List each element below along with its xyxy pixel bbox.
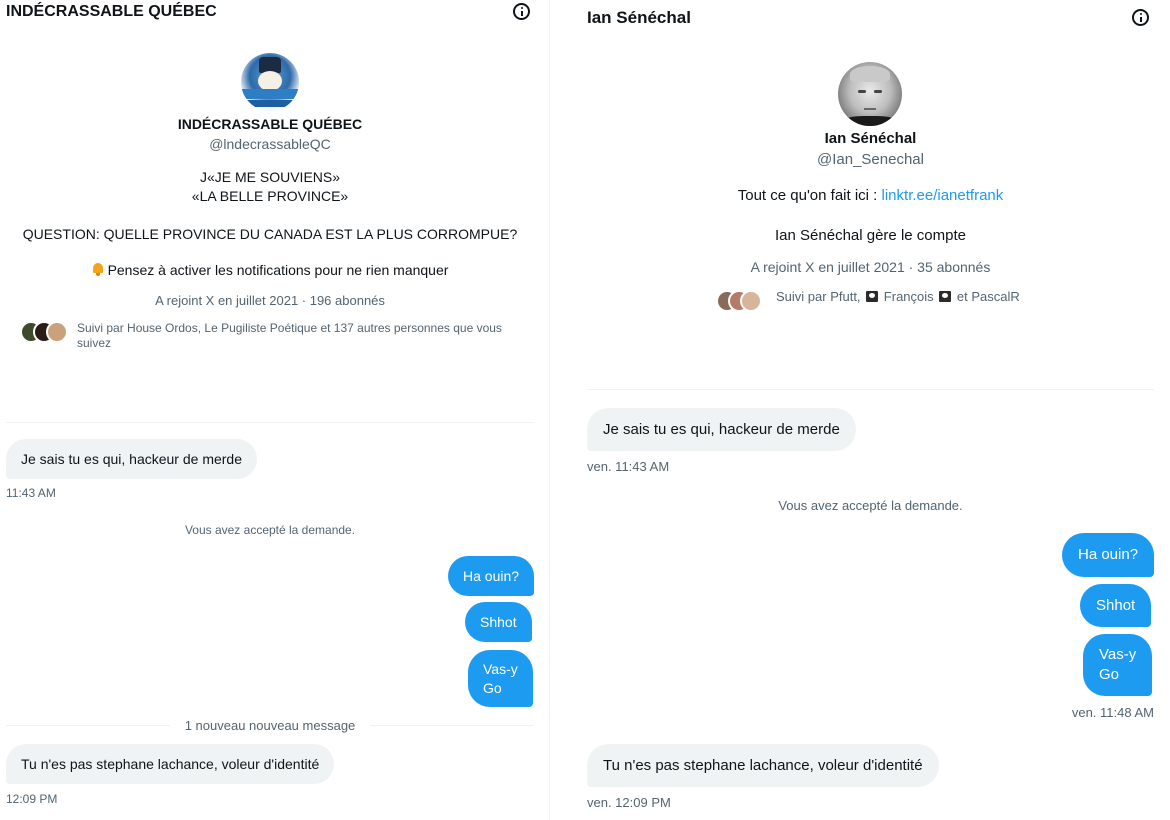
system-message: Vous avez accepté la demande. (184, 523, 356, 537)
message-line: Go (483, 680, 502, 696)
profile-meta: A rejoint X en juillet 2021 · 35 abonnés (750, 259, 991, 275)
avatar (740, 290, 762, 312)
outgoing-message[interactable]: Ha ouin? (448, 556, 535, 596)
profile-bio-line: QUESTION: QUELLE PROVINCE DU CANADA EST … (22, 226, 518, 242)
followed-by-line: suivez (77, 336, 112, 350)
followed-by-text[interactable]: Suivi par Pfutt, François et PascalR (776, 289, 1020, 305)
left-conversation-panel: INDÉCRASSABLE QUÉBEC INDÉCRASSABLE QUÉBE… (0, 0, 549, 820)
conversation-title: Ian Sénéchal (587, 8, 691, 27)
message-timestamp: 11:43 AM (6, 486, 56, 500)
divider (587, 389, 1154, 390)
profile-bio-notification: Pensez à activer les notifications pour … (0, 262, 540, 278)
followed-by-part: François (883, 289, 934, 304)
message-timestamp: ven. 11:48 AM (1071, 705, 1154, 720)
profile-bio-text: Tout ce qu'on fait ici : (737, 187, 882, 204)
message-line: Vas-y (483, 661, 518, 677)
message-line: Vas-y (1099, 646, 1137, 663)
profile-bio-line: J«JE ME SOUVIENS» (199, 169, 341, 185)
followers-avatars[interactable] (20, 321, 68, 343)
profile-bio-line: Pensez à activer les notifications pour … (107, 262, 449, 278)
bell-icon (92, 263, 104, 276)
profile-avatar[interactable] (241, 53, 299, 111)
incoming-message[interactable]: Je sais tu es qui, hackeur de merde (587, 408, 856, 451)
divider (6, 422, 534, 423)
avatar (46, 321, 68, 343)
profile-handle[interactable]: @lndecrassableQC (0, 136, 540, 152)
message-line: Go (1099, 666, 1120, 683)
info-icon[interactable] (1132, 9, 1149, 26)
profile-managed-by: Ian Sénéchal gère le compte (775, 227, 966, 244)
followers-avatars[interactable] (716, 290, 764, 312)
message-timestamp: ven. 11:43 AM (587, 459, 670, 474)
profile-name[interactable]: INDÉCRASSABLE QUÉBEC (0, 116, 540, 132)
incoming-message[interactable]: Je sais tu es qui, hackeur de merde (6, 439, 258, 479)
pirate-flag-icon (939, 291, 952, 302)
message-timestamp: ven. 12:09 PM (587, 795, 671, 810)
incoming-message[interactable]: Tu n'es pas stephane lachance, voleur d'… (587, 744, 939, 787)
system-message: Vous avez accepté la demande. (778, 498, 963, 513)
conversation-title: INDÉCRASSABLE QUÉBEC (6, 3, 217, 20)
info-icon[interactable] (513, 3, 530, 20)
followed-by-part: et PascalR (956, 289, 1020, 304)
followed-by-text[interactable]: Suivi par House Ordos, Le Pugiliste Poét… (77, 321, 502, 351)
outgoing-message[interactable]: Vas-y Go (1083, 634, 1153, 696)
outgoing-message[interactable]: Ha ouin? (1062, 533, 1155, 577)
profile-handle[interactable]: @Ian_Senechal (587, 151, 1154, 168)
followed-by-part: Suivi par Pfutt, (776, 289, 861, 304)
incoming-message[interactable]: Tu n'es pas stephane lachance, voleur d'… (6, 744, 335, 784)
profile-bio-line: «LA BELLE PROVINCE» (191, 188, 349, 204)
pirate-flag-icon (866, 291, 879, 302)
profile-meta: A rejoint X en juillet 2021 · 196 abonné… (155, 293, 385, 308)
followed-by-line: Suivi par House Ordos, Le Pugiliste Poét… (77, 321, 502, 335)
new-message-divider: 1 nouveau nouveau message (170, 718, 370, 733)
outgoing-message[interactable]: Vas-y Go (468, 650, 533, 707)
profile-name[interactable]: Ian Sénéchal (587, 130, 1154, 147)
right-conversation-panel: Ian Sénéchal Ian Sénéchal @Ian_Senechal … (550, 0, 1170, 820)
profile-avatar[interactable] (838, 62, 902, 126)
outgoing-message[interactable]: Shhot (465, 602, 532, 642)
outgoing-message[interactable]: Shhot (1080, 584, 1152, 627)
message-timestamp: 12:09 PM (6, 792, 58, 806)
profile-bio-link[interactable]: linktr.ee/ianetfrank (882, 187, 1004, 204)
profile-bio: Tout ce qu'on fait ici : linktr.ee/ianet… (587, 187, 1154, 204)
